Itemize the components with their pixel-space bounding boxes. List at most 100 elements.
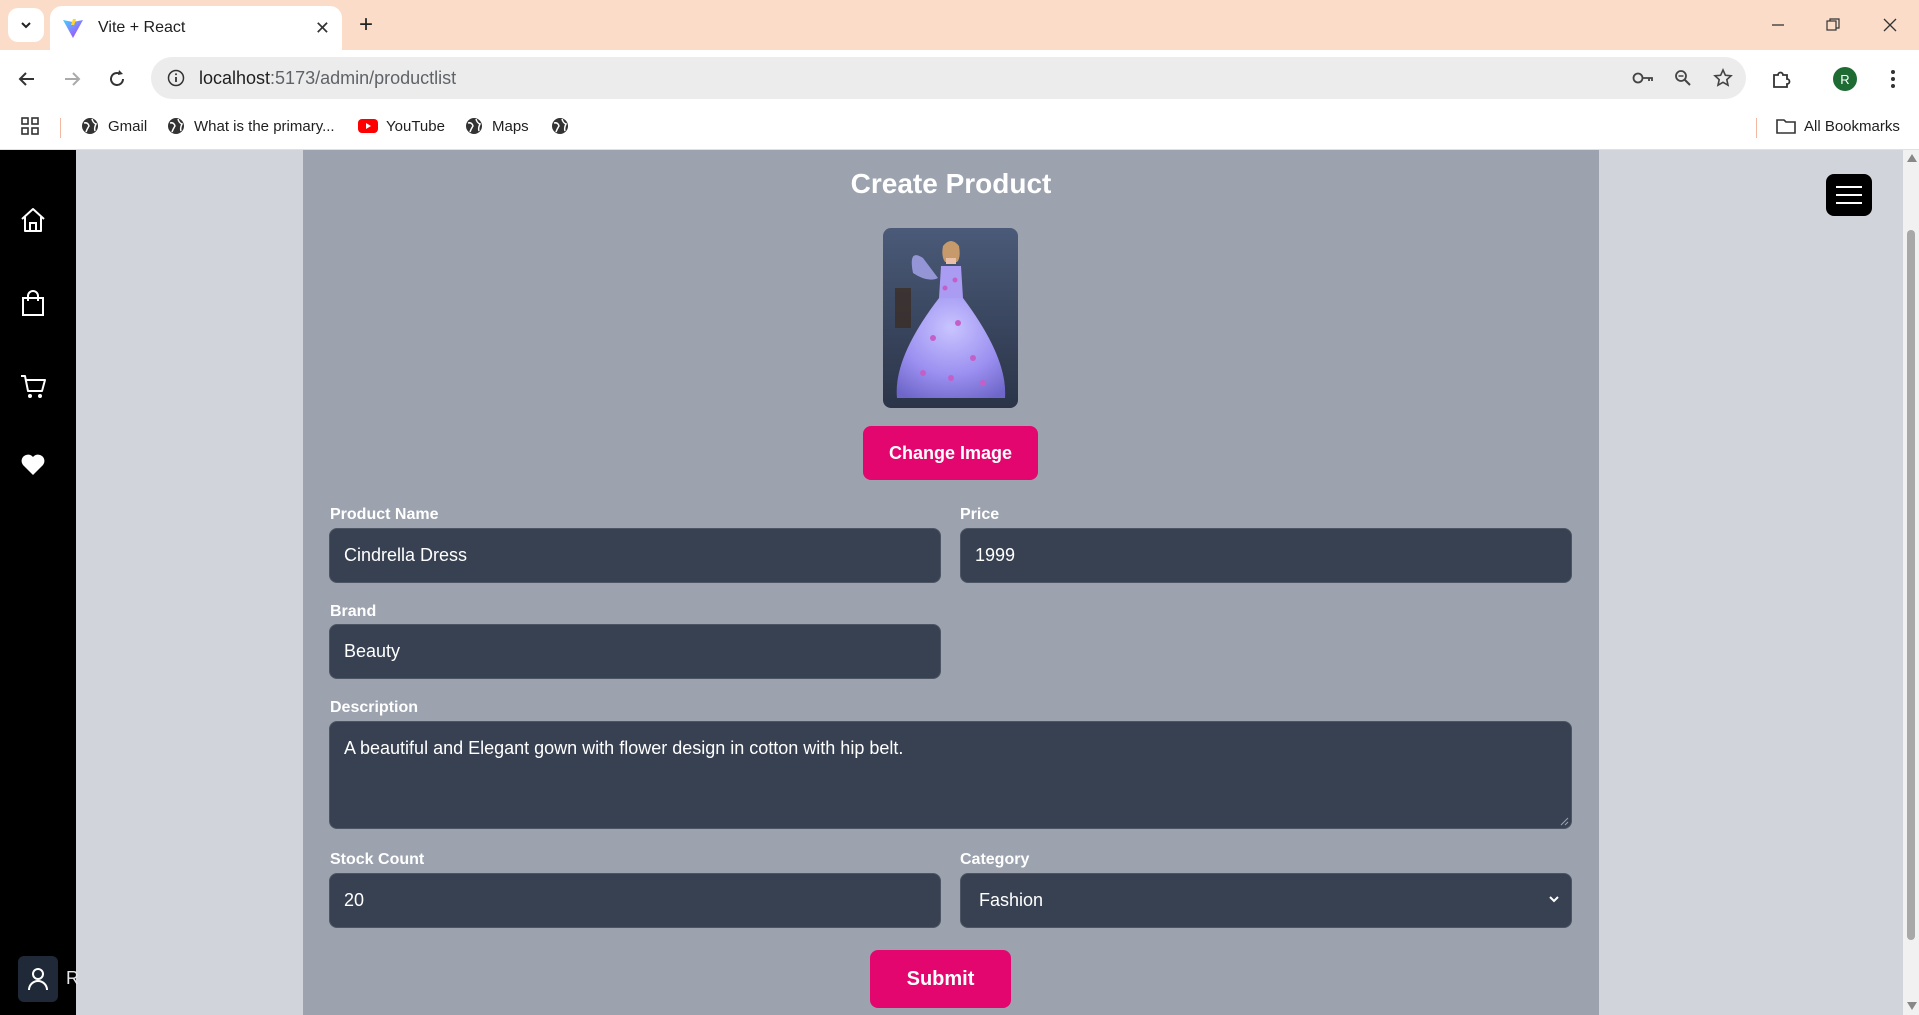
page-content: R Create Product Change Image Product Na… <box>0 150 1919 1015</box>
puzzle-icon <box>1773 71 1791 88</box>
hamburger-line <box>1836 202 1862 204</box>
bookmark-label: Gmail <box>108 117 148 135</box>
chevron-down-icon <box>1549 896 1559 903</box>
heart-icon <box>21 454 45 475</box>
description-label: Description <box>330 699 419 716</box>
brand-label: Brand <box>330 603 377 620</box>
category-selected-value: Fashion <box>979 890 1044 910</box>
page-scrollbar[interactable] <box>1903 150 1919 1015</box>
profile-button[interactable]: R <box>1830 64 1860 94</box>
url-text: localhost:5173/admin/productlist <box>199 67 457 88</box>
bookmark-primary[interactable]: What is the primary... <box>166 116 335 136</box>
vite-logo-icon <box>63 19 83 38</box>
product-image-preview <box>883 228 1018 408</box>
apps-button[interactable] <box>20 116 40 136</box>
stock-count-label: Stock Count <box>330 851 425 868</box>
zoom-icon[interactable] <box>1670 65 1696 91</box>
all-bookmarks-label: All Bookmarks <box>1804 117 1900 135</box>
key-icon[interactable] <box>1630 65 1656 91</box>
cart-icon <box>21 375 46 398</box>
address-bar[interactable]: localhost:5173/admin/productlist <box>151 57 1746 99</box>
avatar: R <box>1833 67 1857 91</box>
price-label: Price <box>960 506 1000 523</box>
price-value: 1999 <box>975 545 1016 565</box>
bookmark-label: Maps <box>492 117 529 135</box>
scroll-down-arrow-icon[interactable] <box>1907 1002 1917 1010</box>
product-name-label: Product Name <box>330 506 439 523</box>
hamburger-line <box>1836 186 1862 188</box>
more-vertical-icon <box>1891 70 1895 88</box>
resize-handle-icon[interactable] <box>1559 816 1569 826</box>
minimize-icon <box>1772 24 1784 26</box>
youtube-icon <box>358 116 378 136</box>
bookmark-star-icon[interactable] <box>1710 65 1736 91</box>
chevron-down-icon <box>21 22 31 29</box>
bookmark-gmail[interactable]: Gmail <box>80 116 147 136</box>
tab-title: Vite + React <box>98 19 186 36</box>
category-label: Category <box>960 851 1030 868</box>
all-bookmarks-button[interactable]: All Bookmarks <box>1776 116 1900 136</box>
browser-menu-button[interactable] <box>1878 64 1908 94</box>
browser-tab[interactable]: Vite + React ✕ <box>50 6 342 50</box>
forward-button[interactable] <box>57 64 87 94</box>
apps-grid-icon <box>21 117 39 135</box>
bookmark-label: YouTube <box>386 117 445 135</box>
scroll-up-arrow-icon[interactable] <box>1907 154 1917 162</box>
tab-close-icon[interactable]: ✕ <box>315 18 330 39</box>
new-tab-button[interactable]: + <box>353 11 379 38</box>
sidebar-item-shop[interactable] <box>18 288 48 318</box>
browser-toolbar: localhost:5173/admin/productlist R <box>0 50 1919 106</box>
change-image-button[interactable]: Change Image <box>863 426 1038 480</box>
bookmark-youtube[interactable]: YouTube <box>358 116 445 136</box>
stock-count-input[interactable]: 20 <box>329 873 941 928</box>
site-info-icon[interactable] <box>163 65 189 91</box>
close-icon <box>1883 18 1897 32</box>
arrow-left-icon <box>18 72 34 86</box>
menu-toggle-button[interactable] <box>1826 174 1872 216</box>
bookmarks-divider <box>1756 118 1757 138</box>
create-product-panel: Create Product Change Image Product Name… <box>303 150 1599 1015</box>
reload-icon <box>110 70 124 86</box>
globe-icon <box>464 116 484 136</box>
extensions-button[interactable] <box>1766 64 1796 94</box>
home-icon <box>21 208 45 232</box>
brand-value: Beauty <box>344 641 401 661</box>
folder-icon <box>1776 116 1796 136</box>
price-input[interactable]: 1999 <box>960 528 1572 583</box>
category-select[interactable]: Fashion <box>960 873 1572 928</box>
sidebar: R <box>0 150 79 1015</box>
sidebar-item-home[interactable] <box>18 205 48 235</box>
back-button[interactable] <box>12 64 42 94</box>
bookmarks-bar: Gmail What is the primary... YouTube Map… <box>0 106 1919 150</box>
user-name-initial: R <box>66 968 79 988</box>
stock-count-value: 20 <box>344 890 365 910</box>
brand-input[interactable]: Beauty <box>329 624 941 679</box>
scroll-thumb[interactable] <box>1907 230 1915 940</box>
minimize-button[interactable] <box>1758 10 1798 40</box>
page-title: Create Product <box>850 168 1052 199</box>
globe-icon <box>80 116 100 136</box>
globe-icon <box>166 116 186 136</box>
restore-button[interactable] <box>1813 10 1853 40</box>
restore-icon <box>1826 18 1840 31</box>
arrow-right-icon <box>65 72 81 86</box>
shopping-bag-icon <box>22 290 44 316</box>
globe-icon <box>550 116 570 136</box>
hamburger-line <box>1836 194 1862 196</box>
user-icon <box>28 968 48 991</box>
sidebar-item-favorites[interactable] <box>18 450 48 480</box>
reload-button[interactable] <box>102 64 132 94</box>
submit-button[interactable]: Submit <box>870 950 1011 1008</box>
user-profile-button[interactable] <box>18 956 58 1002</box>
sidebar-item-cart[interactable] <box>18 371 48 401</box>
description-textarea[interactable]: A beautiful and Elegant gown with flower… <box>329 721 1572 829</box>
tab-search-button[interactable] <box>8 8 44 42</box>
browser-tab-bar: Vite + React ✕ + <box>0 0 1919 50</box>
bookmarks-divider <box>60 118 61 138</box>
bookmark-maps[interactable]: Maps <box>464 116 529 136</box>
description-value: A beautiful and Elegant gown with flower… <box>344 738 904 758</box>
close-window-button[interactable] <box>1870 10 1910 40</box>
bookmark-label: What is the primary... <box>194 117 335 135</box>
product-name-input[interactable]: Cindrella Dress <box>329 528 941 583</box>
bookmark-unnamed[interactable] <box>550 116 578 136</box>
